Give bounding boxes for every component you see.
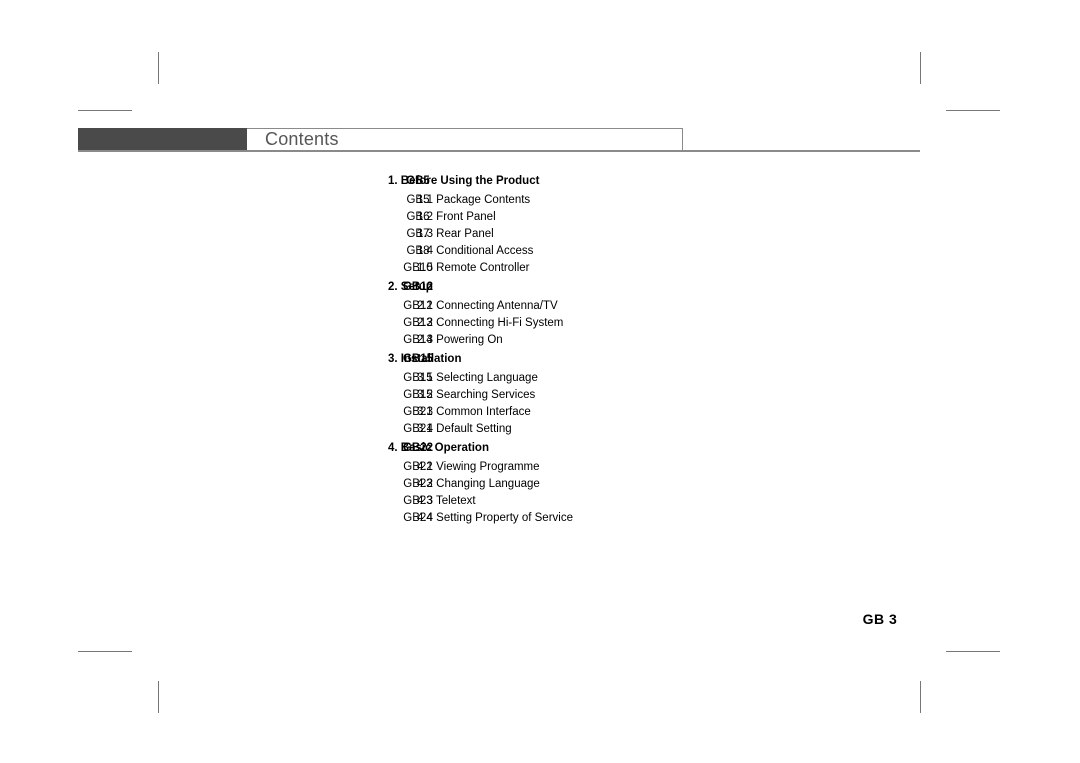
toc-entry-page: GB23 [403, 478, 433, 490]
page-header: Contents [78, 128, 920, 152]
document-page: Contents 1. Before Using the Product GB5 1… [0, 0, 1080, 763]
footer-page-number: GB 3 [862, 611, 898, 627]
toc-entry-page: GB15 [403, 372, 433, 384]
toc-entry-page: GB15 [403, 389, 433, 401]
toc-item-row[interactable]: 4.3 Teletext GB23 [388, 493, 718, 510]
toc-entry-page: GB7 [406, 228, 430, 240]
header-accent-block [78, 128, 247, 151]
crop-mark-bottom-right-horizontal [946, 651, 1000, 652]
header-underline-rule [78, 150, 920, 152]
toc-entry-page: GB24 [403, 512, 433, 524]
crop-mark-bottom-left-horizontal [78, 651, 132, 652]
toc-item-row[interactable]: 3.3 Common Interface GB21 [388, 404, 718, 421]
toc-entry-page: GB21 [403, 423, 433, 435]
crop-mark-top-left-vertical [158, 52, 159, 84]
page-title: Contents [265, 129, 339, 149]
crop-mark-top-right-horizontal [946, 110, 1000, 111]
toc-item-row[interactable]: 3.2 Searching Services GB15 [388, 387, 718, 404]
toc-entry-page: GB21 [403, 406, 433, 418]
toc-section-row[interactable]: 4. Basic Operation GB22 [388, 438, 718, 459]
toc-section-row[interactable]: 3. Installation GB15 [388, 349, 718, 370]
toc-item-row[interactable]: 2.2 Connecting Hi-Fi System GB13 [388, 315, 718, 332]
toc-entry-page: GB22 [403, 461, 433, 473]
toc-item-row[interactable]: 1.1 Package Contents GB5 [388, 192, 718, 209]
crop-mark-top-right-vertical [920, 52, 921, 84]
toc-item-row[interactable]: 3.4 Default Setting GB21 [388, 421, 718, 438]
toc-entry-page: GB5 [406, 194, 430, 206]
crop-mark-top-left-horizontal [78, 110, 132, 111]
toc-entry-page: GB6 [406, 211, 430, 223]
table-of-contents: 1. Before Using the Product GB5 1.1 Packag… [388, 171, 718, 527]
toc-item-row[interactable]: 1.3 Rear Panel GB7 [388, 226, 718, 243]
toc-item-row[interactable]: 2.1 Connecting Antenna/TV GB12 [388, 298, 718, 315]
toc-entry-page: GB13 [403, 317, 433, 329]
toc-item-row[interactable]: 1.2 Front Panel GB6 [388, 209, 718, 226]
toc-entry-page: GB15 [402, 353, 434, 365]
toc-item-row[interactable]: 4.1 Viewing Programme GB22 [388, 459, 718, 476]
toc-item-row[interactable]: 4.4 Setting Property of Service GB24 [388, 510, 718, 527]
crop-mark-bottom-left-vertical [158, 681, 159, 713]
toc-entry-page: GB10 [403, 262, 433, 274]
toc-entry-page: GB14 [403, 334, 433, 346]
toc-entry-page: GB8 [406, 245, 430, 257]
toc-item-row[interactable]: 1.4 Conditional Access GB8 [388, 243, 718, 260]
toc-item-row[interactable]: 3.1 Selecting Language GB15 [388, 370, 718, 387]
toc-entry-page: GB5 [406, 175, 430, 187]
toc-entry-page: GB22 [402, 442, 434, 454]
crop-mark-bottom-right-vertical [920, 681, 921, 713]
toc-entry-page: GB12 [403, 300, 433, 312]
toc-entry-page: GB23 [403, 495, 433, 507]
toc-item-row[interactable]: 1.5 Remote Controller GB10 [388, 260, 718, 277]
toc-item-row[interactable]: 2.3 Powering On GB14 [388, 332, 718, 349]
toc-entry-page: GB12 [402, 281, 434, 293]
toc-item-row[interactable]: 4.2 Changing Language GB23 [388, 476, 718, 493]
toc-section-row[interactable]: 2. Setup GB12 [388, 277, 718, 298]
toc-section-row[interactable]: 1. Before Using the Product GB5 [388, 171, 718, 192]
